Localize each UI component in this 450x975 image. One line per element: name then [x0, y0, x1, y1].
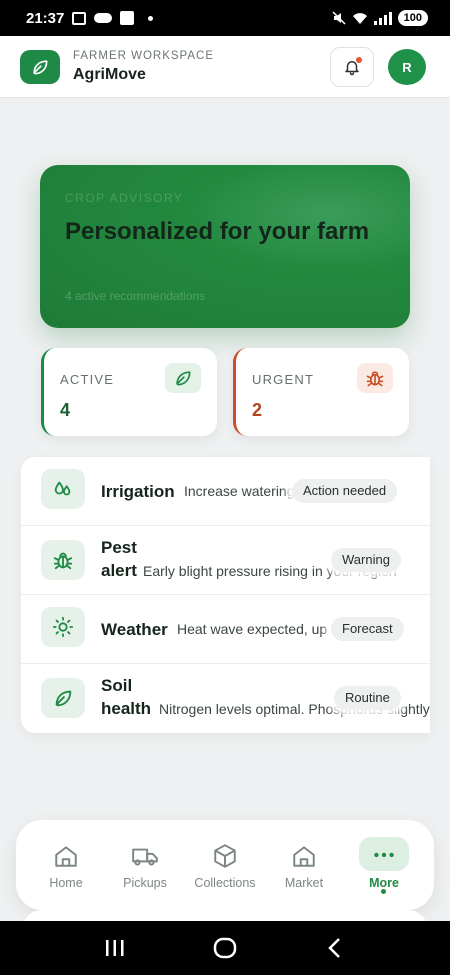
nav-label-home: Home: [49, 876, 83, 890]
signal-icon: [373, 11, 392, 25]
system-navigation-bar: [0, 921, 450, 975]
rec-icon-badge: [41, 607, 85, 647]
nav-label-collections: Collections: [194, 876, 256, 890]
battery-indicator: 100: [397, 10, 428, 26]
active-label: ACTIVE: [60, 372, 115, 387]
recents-icon: [106, 940, 124, 956]
checkbox-notification-icon: [120, 11, 135, 25]
hero-kicker: CROP ADVISORY: [65, 191, 184, 205]
home-system-button[interactable]: [210, 936, 240, 960]
rec-icon-badge: [41, 540, 85, 580]
nav-label-market: Market: [284, 876, 324, 890]
back-icon: [328, 938, 340, 958]
box-icon: [214, 844, 236, 868]
home-circle-icon: [213, 937, 237, 959]
nav-item-more[interactable]: More: [344, 842, 424, 890]
crop-advisory-card[interactable]: CROP ADVISORY Personalized for your farm…: [40, 165, 410, 328]
mute-icon: [332, 11, 346, 25]
more-dots-icon: [374, 852, 394, 858]
bug-icon: [366, 371, 384, 387]
bottom-navigation: Home Pickups Collections Market More: [16, 820, 434, 910]
screen-record-icon: [72, 11, 87, 25]
droplets-icon: [54, 481, 71, 496]
leaf-icon: [33, 60, 48, 75]
selected-indicator-dot: [381, 889, 386, 894]
status-bar: 21:37 100: [0, 0, 450, 36]
hero-title: Personalized for your farm: [65, 218, 370, 245]
recents-button[interactable]: [100, 936, 130, 960]
nav-item-collections[interactable]: Collections: [185, 842, 265, 890]
back-button[interactable]: [320, 936, 350, 960]
active-count: 4: [60, 400, 71, 420]
app-name: AgriMove: [73, 66, 146, 83]
nav-label-more: More: [369, 876, 399, 890]
active-icon-badge: [165, 363, 201, 393]
urgent-count: 2: [252, 400, 263, 420]
status-badge: Action needed: [292, 479, 398, 503]
rec-title: Soil health: [101, 676, 152, 718]
nav-item-market[interactable]: Market: [264, 842, 344, 890]
list-item[interactable]: Weather Heat wave expected, up to 38C Fo…: [21, 595, 430, 664]
hero-subtitle: 4 active recommendations: [65, 289, 206, 303]
urgent-icon-badge: [357, 363, 393, 393]
notification-badge: [356, 57, 362, 63]
cloud-icon: [94, 13, 113, 23]
notification-dot-icon: [148, 15, 154, 21]
home-icon: [55, 846, 77, 867]
status-time: 21:37: [26, 9, 65, 27]
nav-item-pickups[interactable]: Pickups: [105, 842, 185, 890]
status-badge: Routine: [334, 686, 401, 710]
leaf-icon: [55, 690, 72, 707]
status-badge: Forecast: [331, 617, 404, 641]
leaf-icon: [176, 371, 191, 386]
urgent-label: URGENT: [252, 372, 315, 387]
nav-label-pickups: Pickups: [123, 876, 167, 890]
active-stat-card[interactable]: ACTIVE 4: [41, 348, 217, 436]
rec-icon-badge: [41, 678, 85, 718]
nav-item-home[interactable]: Home: [26, 842, 106, 890]
list-item[interactable]: Pest alert Early blight pressure rising …: [21, 526, 430, 595]
status-badge: Warning: [331, 548, 401, 572]
list-item[interactable]: Soil health Nitrogen levels optimal. Pho…: [21, 664, 430, 733]
app-header: FARMER WORKSPACE AgriMove R: [0, 36, 450, 98]
store-icon: [293, 846, 315, 867]
rec-title: Irrigation: [101, 482, 175, 501]
user-avatar[interactable]: R: [388, 49, 426, 85]
sun-icon: [52, 616, 74, 638]
bug-icon: [53, 552, 73, 570]
rec-title: Weather: [101, 620, 168, 639]
truck-icon: [132, 848, 158, 866]
workspace-label: FARMER WORKSPACE: [73, 50, 215, 62]
app-logo: [20, 50, 60, 84]
wifi-icon: [352, 12, 367, 24]
list-item[interactable]: Irrigation Increase watering next week A…: [21, 457, 430, 526]
recommendations-list: Irrigation Increase watering next week A…: [21, 457, 430, 733]
rec-icon-badge: [41, 469, 85, 509]
notifications-button[interactable]: [330, 47, 374, 87]
urgent-stat-card[interactable]: URGENT 2: [233, 348, 409, 436]
